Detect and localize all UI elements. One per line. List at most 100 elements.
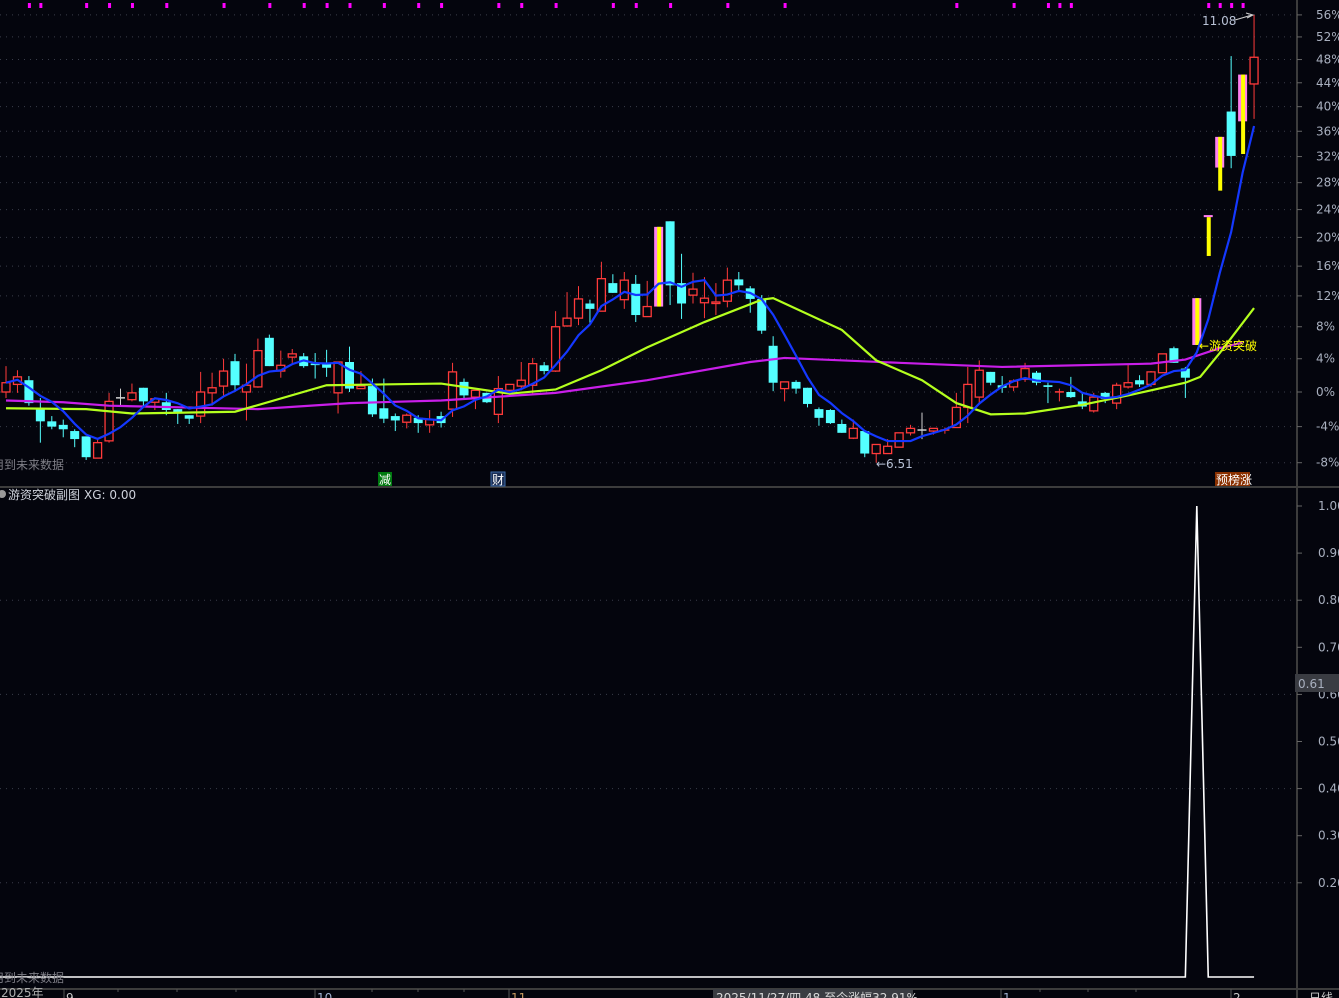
candle-down[interactable] <box>768 336 778 392</box>
signal-dot <box>222 3 226 8</box>
candle-up[interactable] <box>562 292 572 327</box>
candle-down[interactable] <box>390 413 400 432</box>
indicator-toggle-icon[interactable] <box>0 490 6 498</box>
candle-down[interactable] <box>1043 382 1053 404</box>
candle-down[interactable] <box>860 431 870 458</box>
candle-down[interactable] <box>608 274 618 293</box>
limit-up-candle[interactable] <box>1192 298 1202 345</box>
candle-down[interactable] <box>1226 56 1236 169</box>
candle-down[interactable] <box>665 221 675 306</box>
candle-down[interactable] <box>1135 375 1145 387</box>
candle-up[interactable] <box>276 350 286 378</box>
candle-down[interactable] <box>986 371 996 386</box>
time-axis[interactable] <box>63 989 1232 998</box>
candle-body <box>207 387 217 394</box>
candle-up[interactable] <box>1249 14 1259 119</box>
signal-dot <box>417 3 421 8</box>
candle-up[interactable] <box>241 363 252 421</box>
candle-up[interactable] <box>711 283 721 316</box>
candle-down[interactable] <box>173 409 183 424</box>
candle-down[interactable] <box>116 388 125 406</box>
candle-down[interactable] <box>35 397 45 443</box>
signal-dot <box>520 3 524 8</box>
candle-down[interactable] <box>631 274 641 323</box>
candle-up[interactable] <box>195 371 206 424</box>
candle-body <box>230 361 240 386</box>
candle-body <box>1112 384 1122 404</box>
candle-body <box>814 409 824 418</box>
signal-dot <box>302 3 306 8</box>
candle-up[interactable] <box>218 358 229 398</box>
price-axis-label: 12% <box>1316 289 1339 303</box>
candlesticks[interactable] <box>1 14 1259 463</box>
candle-up[interactable] <box>722 267 732 308</box>
candle-up[interactable] <box>1123 363 1133 389</box>
candle-body <box>1123 382 1133 388</box>
candle-body <box>619 279 629 301</box>
candle-up[interactable] <box>127 383 137 402</box>
limit-up-candle[interactable] <box>1203 215 1213 256</box>
future-data-note: 用到未来数据 <box>0 457 64 472</box>
candle-down[interactable] <box>1032 371 1041 386</box>
candle-body <box>825 409 835 424</box>
price-axis-label: 56% <box>1316 8 1339 22</box>
candle-body <box>1054 391 1064 393</box>
candle-up[interactable] <box>573 286 584 326</box>
signal-dot <box>783 3 787 8</box>
signal-dot <box>955 3 959 8</box>
candle-down[interactable] <box>734 272 744 293</box>
period-selector[interactable]: 日线 <box>1309 991 1333 998</box>
indicator-axis[interactable]: 1.000.900.800.700.600.500.400.300.20 <box>1297 499 1339 890</box>
candle-up[interactable] <box>528 357 538 396</box>
price-axis[interactable]: 56% 52% 48% 44% 40% 36% 32% 28% 24% 20% 16% 12% 8% 4%… <box>1297 8 1339 470</box>
candle-down[interactable] <box>814 407 824 426</box>
candle-down[interactable] <box>837 419 847 433</box>
candle-down[interactable] <box>310 353 320 379</box>
candle-body <box>184 415 194 419</box>
candle-up[interactable] <box>619 272 629 309</box>
candle-body <box>138 387 148 402</box>
candle-down[interactable] <box>803 387 812 408</box>
candle-up[interactable] <box>779 381 790 402</box>
candle-down[interactable] <box>230 353 240 392</box>
candle-down[interactable] <box>745 286 755 313</box>
candle-down[interactable] <box>81 436 91 460</box>
candle-up[interactable] <box>424 409 435 433</box>
candle-up[interactable] <box>333 361 343 414</box>
signal-dot <box>39 3 43 8</box>
candle-body <box>1135 380 1145 385</box>
candle-up[interactable] <box>493 376 504 424</box>
candle-down[interactable] <box>58 419 68 438</box>
candle-up[interactable] <box>642 280 652 318</box>
limit-up-candle[interactable] <box>654 226 664 307</box>
candle-down[interactable] <box>184 415 194 424</box>
high-price-marker: 11.08 <box>1202 14 1236 28</box>
candle-body <box>688 288 698 296</box>
candle-up[interactable] <box>402 413 412 429</box>
limit-up-candle[interactable] <box>1215 136 1225 191</box>
year-label: 2025年 <box>1 986 44 998</box>
signal-dot <box>325 3 329 8</box>
candle-up[interactable] <box>688 272 698 304</box>
price-axis-label: 28% <box>1316 176 1339 190</box>
candle-body <box>665 221 675 286</box>
limit-up-candle[interactable] <box>1238 74 1248 155</box>
candle-up[interactable] <box>253 338 263 388</box>
candle-body <box>608 283 618 293</box>
candle-down[interactable] <box>264 334 274 367</box>
candle-down[interactable] <box>1054 388 1064 402</box>
candle-down[interactable] <box>70 429 80 448</box>
candle-down[interactable] <box>459 378 469 399</box>
candle-down[interactable] <box>825 409 835 424</box>
price-axis-label: 4% <box>1316 352 1335 366</box>
stock-chart[interactable]: 56%52%48%44%40%36%32%28%24%20%16%12%8%4%… <box>0 0 1339 998</box>
candle-body <box>974 369 984 398</box>
candle-up[interactable] <box>516 362 526 391</box>
candle-up[interactable] <box>92 438 103 459</box>
candle-down[interactable] <box>47 416 57 430</box>
candle-up[interactable] <box>207 372 217 406</box>
candle-body <box>585 303 595 309</box>
candle-up[interactable] <box>287 349 297 363</box>
cursor-value: 0.61 <box>1298 677 1325 691</box>
candle-up[interactable] <box>905 424 916 436</box>
